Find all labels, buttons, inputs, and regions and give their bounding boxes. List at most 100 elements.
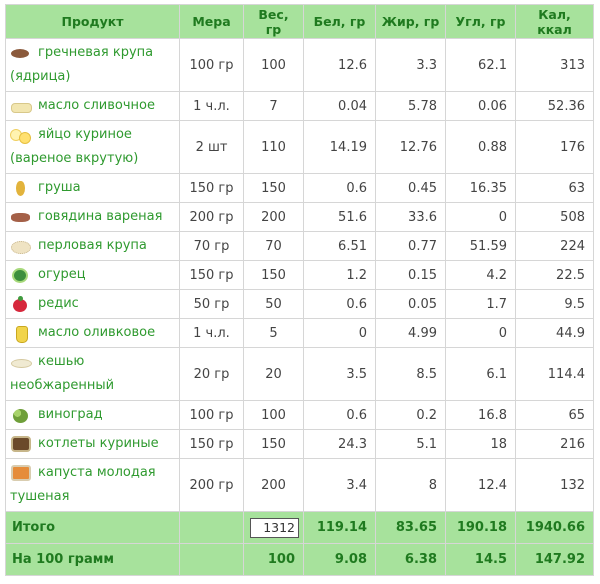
table-row: кешью необжаренный 20 гр 20 3.5 8.5 6.1 114.4 [5,347,594,401]
total-fat: 83.65 [375,511,446,544]
table-row: масло сливочное 1 ч.л. 7 0.04 5.78 0.06 52.36 [5,91,594,121]
product-cell: гречневая крупа (ядрица) [5,38,180,92]
weight-cell: 150 [243,173,304,203]
product-name-link[interactable]: груша [38,180,81,195]
protein-cell: 3.5 [303,347,376,401]
protein-cell: 3.4 [303,458,376,512]
measure-cell: 70 гр [179,231,244,261]
header-row: Продукт Мера Вес, гр Бел, гр Жир, гр Угл… [5,4,594,39]
fat-cell: 4.99 [375,318,446,348]
fat-cell: 8.5 [375,347,446,401]
protein-cell: 0.6 [303,289,376,319]
total-row: Итого 1312 119.14 83.65 190.18 1940.66 [5,511,594,544]
carbs-cell: 4.2 [445,260,516,290]
header-kcal: Кал, ккал [515,4,594,39]
measure-cell: 1 ч.л. [179,318,244,348]
product-cell: котлеты куриные [5,429,180,459]
measure-cell: 150 гр [179,260,244,290]
per100-fat: 6.38 [375,543,446,576]
protein-cell: 14.19 [303,120,376,174]
egg-icon [10,127,32,144]
weight-cell: 110 [243,120,304,174]
nutrition-table: Продукт Мера Вес, гр Бел, гр Жир, гр Угл… [5,4,594,576]
table-row: перловая крупа 70 гр 70 6.51 0.77 51.59 224 [5,231,594,261]
product-name-link[interactable]: перловая крупа [38,238,147,253]
kcal-cell: 9.5 [515,289,594,319]
carbs-cell: 12.4 [445,458,516,512]
kcal-cell: 176 [515,120,594,174]
carbs-cell: 16.8 [445,400,516,430]
product-cell: виноград [5,400,180,430]
per100-protein: 9.08 [303,543,376,576]
fat-cell: 33.6 [375,202,446,232]
protein-cell: 24.3 [303,429,376,459]
kcal-cell: 508 [515,202,594,232]
product-name-link[interactable]: масло сливочное [38,98,155,113]
table-row: яйцо куриное (вареное вкрутую) 2 шт 110 14.… [5,120,594,174]
product-cell: масло сливочное [5,91,180,121]
weight-cell: 100 [243,400,304,430]
kcal-cell: 52.36 [515,91,594,121]
carbs-cell: 0.88 [445,120,516,174]
buckwheat-icon [10,45,32,61]
product-cell: капуста молодая тушеная [5,458,180,512]
measure-cell: 150 гр [179,173,244,203]
carbs-cell: 16.35 [445,173,516,203]
total-weight-input[interactable]: 1312 [250,517,299,538]
product-name-link[interactable]: котлеты куриные [38,436,159,451]
pear-icon [10,180,32,196]
protein-cell: 0.6 [303,400,376,430]
per100-carbs: 14.5 [445,543,516,576]
kcal-cell: 44.9 [515,318,594,348]
table-row: капуста молодая тушеная 200 гр 200 3.4 8 12.4… [5,458,594,512]
radish-icon [10,295,32,312]
total-label: Итого [5,511,180,544]
measure-cell: 50 гр [179,289,244,319]
carbs-cell: 51.59 [445,231,516,261]
kcal-cell: 132 [515,458,594,512]
header-weight: Вес, гр [243,4,304,39]
fat-cell: 5.78 [375,91,446,121]
carbs-cell: 0 [445,202,516,232]
carbs-cell: 62.1 [445,38,516,92]
product-cell: огурец [5,260,180,290]
cashew-icon [10,354,32,370]
fat-cell: 12.76 [375,120,446,174]
cucumber-icon [10,267,32,283]
product-name-link[interactable]: виноград [38,407,103,422]
measure-cell: 100 гр [179,38,244,92]
weight-cell: 20 [243,347,304,401]
carbs-cell: 18 [445,429,516,459]
per100-row: На 100 грамм 100 9.08 6.38 14.5 147.92 [5,543,594,576]
protein-cell: 0.04 [303,91,376,121]
fat-cell: 0.77 [375,231,446,261]
fat-cell: 5.1 [375,429,446,459]
product-name-link[interactable]: говядина вареная [38,209,162,224]
product-name-link[interactable]: масло оливковое [38,325,155,340]
protein-cell: 6.51 [303,231,376,261]
product-name-link[interactable]: огурец [38,267,86,282]
measure-cell: 200 гр [179,458,244,512]
table-row: огурец 150 гр 150 1.2 0.15 4.2 22.5 [5,260,594,290]
kcal-cell: 216 [515,429,594,459]
weight-cell: 100 [243,38,304,92]
header-carbs: Угл, гр [445,4,516,39]
kcal-cell: 313 [515,38,594,92]
total-kcal: 1940.66 [515,511,594,544]
kcal-cell: 224 [515,231,594,261]
olive-oil-icon [10,325,32,343]
measure-cell: 20 гр [179,347,244,401]
carbs-cell: 1.7 [445,289,516,319]
weight-cell: 150 [243,429,304,459]
product-cell: груша [5,173,180,203]
weight-cell: 50 [243,289,304,319]
product-cell: кешью необжаренный [5,347,180,401]
carbs-cell: 0 [445,318,516,348]
product-cell: говядина вареная [5,202,180,232]
product-cell: масло оливковое [5,318,180,348]
barley-icon [10,238,32,254]
fat-cell: 0.15 [375,260,446,290]
product-cell: перловая крупа [5,231,180,261]
per100-kcal: 147.92 [515,543,594,576]
product-name-link[interactable]: редис [38,296,79,311]
